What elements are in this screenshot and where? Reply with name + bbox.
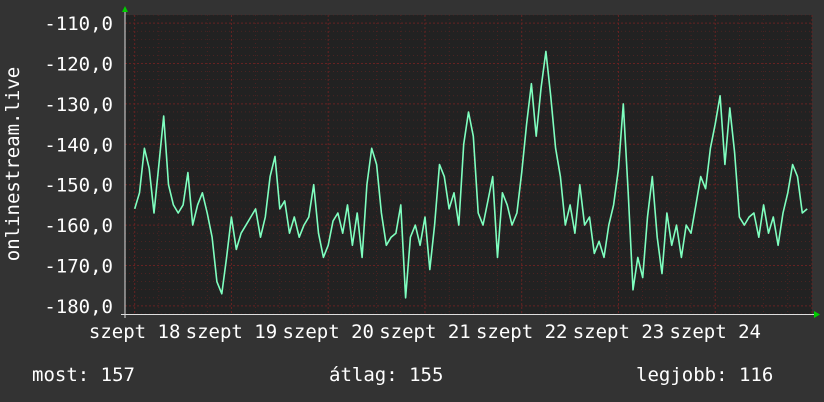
x-axis-ticks: szept 18 szept 19 szept 20 szept 21 szept 22… [89, 321, 761, 343]
y-tick-label: -110,0 [44, 13, 113, 35]
x-tick-label: szept 21 [379, 321, 471, 343]
y-tick-label: -140,0 [44, 134, 113, 156]
x-tick-label: szept 18 [89, 321, 181, 343]
y-axis-ticks: -110,0 -120,0 -130,0 -140,0 -150,0 -160,0 -170… [44, 13, 113, 318]
y-tick-label: -180,0 [44, 296, 113, 318]
y-tick-label: -150,0 [44, 175, 113, 197]
x-tick-label: szept 24 [669, 321, 761, 343]
y-tick-label: -120,0 [44, 53, 113, 75]
line-chart: -110,0 -120,0 -130,0 -140,0 -150,0 -160,0 -170… [2, 6, 820, 343]
x-tick-label: szept 22 [476, 321, 568, 343]
stat-best: legjobb: 116 [636, 364, 774, 386]
stat-average: átlag: 155 [329, 364, 444, 386]
y-axis-label: onlinestream.live [2, 67, 24, 261]
y-axis-arrow [122, 6, 128, 12]
y-tick-label: -160,0 [44, 215, 113, 237]
y-tick-label: -170,0 [44, 256, 113, 278]
x-tick-label: szept 20 [282, 321, 374, 343]
x-tick-label: szept 23 [573, 321, 665, 343]
stat-current: most: 157 [32, 364, 135, 386]
y-tick-label: -130,0 [44, 94, 113, 116]
x-tick-label: szept 19 [186, 321, 278, 343]
x-axis-arrow [814, 311, 820, 318]
